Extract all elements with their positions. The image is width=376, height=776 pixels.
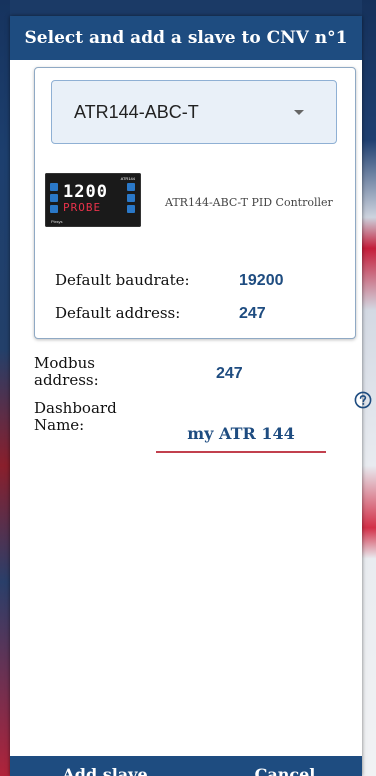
- add-slave-dialog: Select and add a slave to CNV n°1 ATR144…: [10, 16, 372, 776]
- dialog-footer: Add slave Cancel: [10, 756, 362, 776]
- default-address-value: 247: [239, 305, 266, 322]
- device-maker-logo: Pixsys: [51, 219, 63, 224]
- device-card: ATR144-ABC-T ATR144 1200 PROBE Pixsys AT…: [34, 67, 356, 339]
- background-app-left: [0, 0, 10, 776]
- dashboard-name-input[interactable]: [156, 416, 326, 453]
- device-image: ATR144 1200 PROBE Pixsys: [45, 173, 141, 227]
- dialog-title-bar: Select and add a slave to CNV n°1: [10, 16, 362, 60]
- dashboard-name-label: Dashboard Name:: [34, 399, 117, 434]
- help-circle-icon[interactable]: [354, 391, 372, 409]
- device-select[interactable]: ATR144-ABC-T: [51, 80, 337, 144]
- default-baudrate-label: Default baudrate:: [55, 271, 190, 289]
- dialog-title: Select and add a slave to CNV n°1: [24, 28, 348, 48]
- device-right-buttons: [127, 183, 135, 216]
- device-select-value: ATR144-ABC-T: [74, 101, 199, 122]
- default-baudrate-value: 19200: [239, 272, 284, 289]
- background-app-right: [362, 0, 376, 776]
- chevron-down-icon[interactable]: [294, 110, 304, 115]
- modbus-address-label: Modbus address:: [34, 354, 99, 389]
- device-description: ATR144-ABC-T PID Controller: [165, 196, 333, 209]
- device-display-top: 1200: [63, 182, 108, 202]
- add-slave-button[interactable]: Add slave: [50, 756, 160, 776]
- modbus-address-value[interactable]: 247: [216, 365, 243, 383]
- device-brand-logo: ATR144: [120, 176, 135, 181]
- device-display-bottom: PROBE: [63, 201, 102, 214]
- default-address-label: Default address:: [55, 304, 181, 322]
- device-left-buttons: [50, 183, 58, 216]
- cancel-button[interactable]: Cancel: [230, 756, 340, 776]
